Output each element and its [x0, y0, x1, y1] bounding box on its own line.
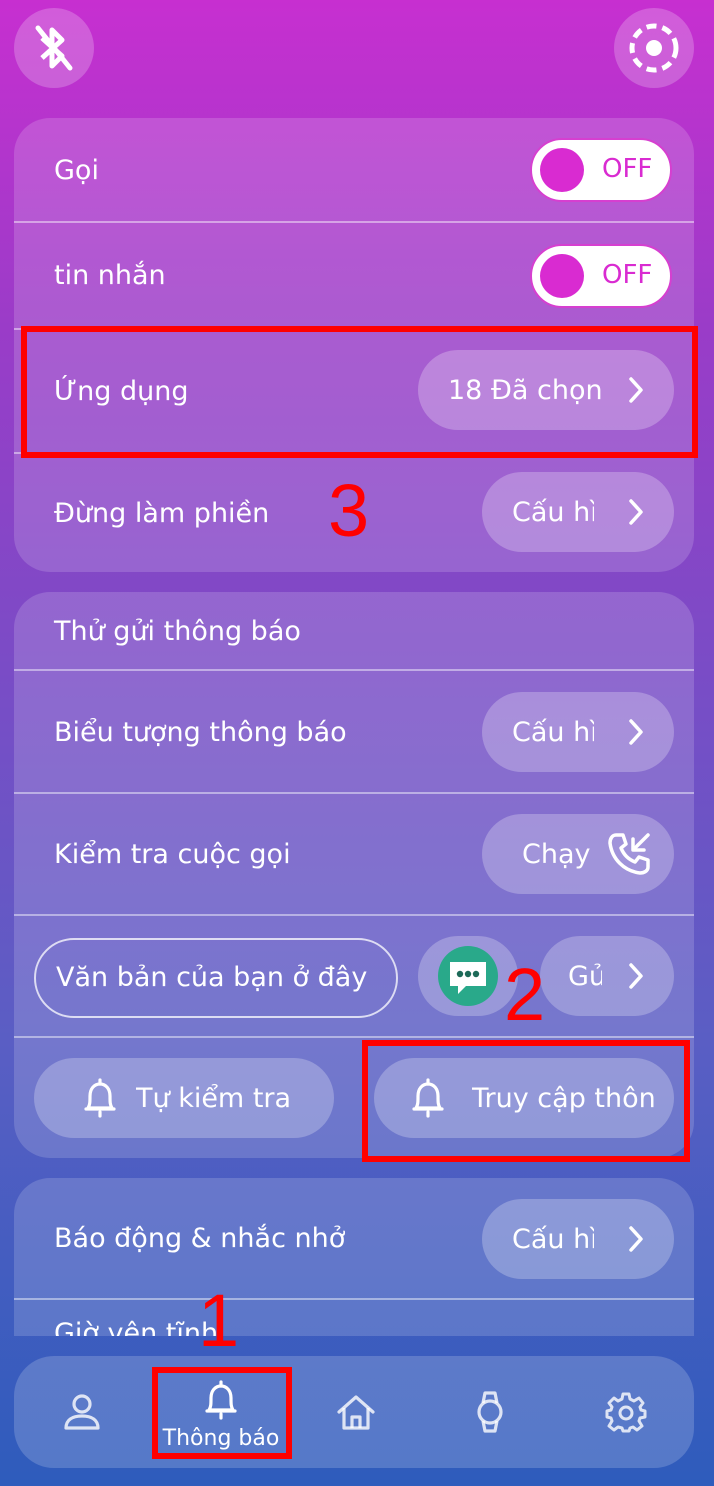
toggle-state: OFF	[602, 260, 653, 290]
home-icon	[337, 1395, 375, 1430]
test-notification-label: Thử gửi thông báo	[54, 615, 301, 647]
call-test-run-button[interactable]: Chạy	[482, 814, 674, 894]
step-number-2: 2	[504, 953, 546, 1036]
watch-icon	[477, 1391, 503, 1433]
call-test-row[interactable]: Kiểm tra cuộc gọi Chạy	[14, 794, 694, 914]
nav-watch[interactable]	[442, 1356, 538, 1468]
alarm-label: Báo động & nhắc nhở	[54, 1222, 346, 1254]
chevron-right-icon	[629, 719, 643, 745]
chevron-right-icon	[629, 499, 643, 525]
self-test-label: Tự kiểm tra	[136, 1082, 292, 1114]
nav-home[interactable]	[308, 1356, 404, 1468]
bell-icon	[84, 1078, 116, 1118]
alarm-settings-card: Báo động & nhắc nhở Cấu hì Giờ yên tĩnh	[14, 1178, 694, 1336]
test-notification-row[interactable]: Thử gửi thông báo	[14, 592, 694, 670]
notification-icon-label: Biểu tượng thông báo	[54, 716, 347, 748]
send-value: Gử	[568, 960, 602, 992]
sync-button[interactable]	[614, 8, 694, 88]
incoming-call-icon	[608, 833, 650, 875]
message-label: tin nhắn	[54, 259, 166, 291]
notification-icon-config-button[interactable]: Cấu hì	[482, 692, 674, 772]
step-number-1: 1	[198, 1279, 240, 1362]
bluetooth-off-icon	[35, 25, 73, 71]
message-toggle[interactable]: OFF	[530, 244, 672, 308]
highlight-box-nav	[152, 1367, 292, 1459]
message-row: tin nhắn OFF	[14, 222, 694, 328]
call-toggle[interactable]: OFF	[530, 138, 672, 202]
text-input[interactable]: Văn bản của bạn ở đây	[34, 938, 398, 1018]
send-button[interactable]: Gử	[540, 936, 674, 1016]
dnd-label: Đừng làm phiền	[54, 497, 270, 529]
notification-icon-row[interactable]: Biểu tượng thông báo Cấu hì	[14, 671, 694, 793]
bottom-navigation: Thông báo	[14, 1356, 694, 1468]
gear-icon	[605, 1392, 647, 1433]
self-test-button[interactable]: Tự kiểm tra	[34, 1058, 334, 1138]
step-number-3: 3	[328, 469, 370, 552]
highlight-box-access	[362, 1040, 690, 1162]
call-label: Gọi	[54, 154, 99, 186]
quiet-hours-row[interactable]: Giờ yên tĩnh	[14, 1300, 694, 1336]
chevron-right-icon	[629, 963, 643, 989]
dnd-config-button[interactable]: Cấu hì	[482, 472, 674, 552]
send-text-row: Văn bản của bạn ở đây Gử	[14, 916, 694, 1036]
call-row: Gọi OFF	[14, 118, 694, 222]
message-app-button[interactable]	[418, 936, 518, 1016]
profile-icon	[64, 1394, 100, 1430]
nav-profile[interactable]	[34, 1356, 130, 1468]
chevron-right-icon	[629, 1226, 643, 1252]
bluetooth-button[interactable]	[14, 8, 94, 88]
notification-icon-config-value: Cấu hì	[512, 716, 594, 748]
dashed-circle-icon	[629, 23, 679, 73]
call-test-run-value: Chạy	[522, 838, 591, 870]
quiet-hours-label: Giờ yên tĩnh	[54, 1318, 219, 1336]
alarm-config-button[interactable]: Cấu hì	[482, 1199, 674, 1279]
call-test-label: Kiểm tra cuộc gọi	[54, 838, 291, 870]
toggle-state: OFF	[602, 154, 653, 184]
toggle-knob	[540, 148, 584, 192]
nav-settings[interactable]	[578, 1356, 674, 1468]
chat-app-icon	[438, 946, 498, 1006]
text-input-placeholder: Văn bản của bạn ở đây	[56, 962, 368, 993]
highlight-box-apps	[21, 326, 698, 458]
alarm-config-value: Cấu hì	[512, 1223, 594, 1255]
dnd-config-value: Cấu hì	[512, 496, 594, 528]
toggle-knob	[540, 254, 584, 298]
alarm-row[interactable]: Báo động & nhắc nhở Cấu hì	[14, 1178, 694, 1298]
